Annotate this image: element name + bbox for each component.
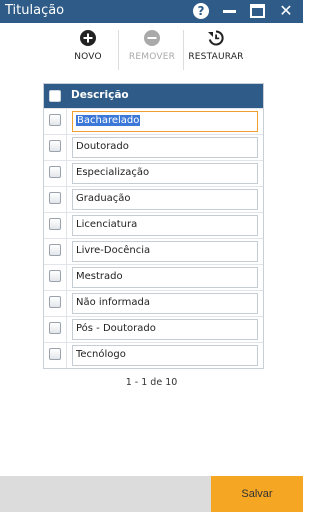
table-row[interactable]: Graduação xyxy=(44,186,263,212)
descricao-cell[interactable]: Especialização xyxy=(72,163,258,184)
table-row[interactable]: Não informada xyxy=(44,290,263,316)
descricao-cell[interactable]: Mestrado xyxy=(72,267,258,288)
title-bar: Titulação ? ✕ xyxy=(0,0,303,23)
pagination-info: 1 - 1 de 10 xyxy=(125,377,178,388)
window-title: Titulação xyxy=(5,3,65,18)
descricao-cell[interactable]: Graduação xyxy=(72,189,258,210)
row-checkbox[interactable] xyxy=(49,322,61,334)
row-checkbox[interactable] xyxy=(49,296,61,308)
minimize-button[interactable] xyxy=(221,2,239,20)
maximize-button[interactable] xyxy=(248,2,266,20)
help-button[interactable]: ? xyxy=(192,2,210,20)
descricao-cell[interactable]: Tecnólogo xyxy=(72,345,258,366)
remover-button[interactable]: REMOVER xyxy=(128,30,176,70)
row-checkbox[interactable] xyxy=(49,244,61,256)
row-checkbox[interactable] xyxy=(49,140,61,152)
minimize-icon xyxy=(223,10,236,13)
row-checkbox[interactable] xyxy=(49,348,61,360)
plus-circle-icon xyxy=(80,30,96,46)
descricao-cell[interactable]: Licenciatura xyxy=(72,215,258,236)
row-checkbox[interactable] xyxy=(49,166,61,178)
column-header-descricao[interactable]: Descrição xyxy=(71,89,129,101)
grid-header: Descrição xyxy=(44,84,263,108)
titulacao-grid: Descrição Bacharelado Doutorado Especial… xyxy=(43,83,264,369)
novo-button[interactable]: NOVO xyxy=(70,30,106,70)
table-row[interactable]: Bacharelado xyxy=(44,108,263,134)
table-row[interactable]: Especialização xyxy=(44,160,263,186)
toolbar: NOVO REMOVER RESTAURAR xyxy=(0,30,303,70)
minus-circle-icon xyxy=(144,30,160,46)
close-button[interactable]: ✕ xyxy=(277,2,295,20)
row-checkbox[interactable] xyxy=(49,192,61,204)
table-row[interactable]: Mestrado xyxy=(44,264,263,290)
novo-label: NOVO xyxy=(74,52,102,62)
remover-label: REMOVER xyxy=(128,52,176,62)
table-row[interactable]: Tecnólogo xyxy=(44,342,263,368)
row-checkbox[interactable] xyxy=(49,218,61,230)
row-checkbox[interactable] xyxy=(49,114,61,126)
table-row[interactable]: Licenciatura xyxy=(44,212,263,238)
restaurar-label: RESTAURAR xyxy=(188,52,244,62)
header-checkbox-cell xyxy=(44,84,67,108)
row-checkbox[interactable] xyxy=(49,270,61,282)
help-icon: ? xyxy=(193,3,209,19)
table-row[interactable]: Pós - Doutorado xyxy=(44,316,263,342)
save-button[interactable]: Salvar xyxy=(211,476,303,512)
footer-bar: Salvar xyxy=(0,476,303,512)
descricao-cell[interactable]: Não informada xyxy=(72,293,258,314)
select-all-checkbox[interactable] xyxy=(49,90,61,102)
restaurar-button[interactable]: RESTAURAR xyxy=(188,30,244,70)
toolbar-separator xyxy=(183,30,184,70)
descricao-cell[interactable]: Livre-Docência xyxy=(72,241,258,262)
table-row[interactable]: Livre-Docência xyxy=(44,238,263,264)
toolbar-separator xyxy=(118,30,119,70)
maximize-icon xyxy=(250,4,265,18)
descricao-cell[interactable]: Doutorado xyxy=(72,137,258,158)
table-row[interactable]: Doutorado xyxy=(44,134,263,160)
descricao-value: Bacharelado xyxy=(76,115,141,126)
descricao-cell[interactable]: Pós - Doutorado xyxy=(72,319,258,340)
descricao-input[interactable]: Bacharelado xyxy=(72,111,258,132)
restore-history-icon xyxy=(208,30,224,46)
